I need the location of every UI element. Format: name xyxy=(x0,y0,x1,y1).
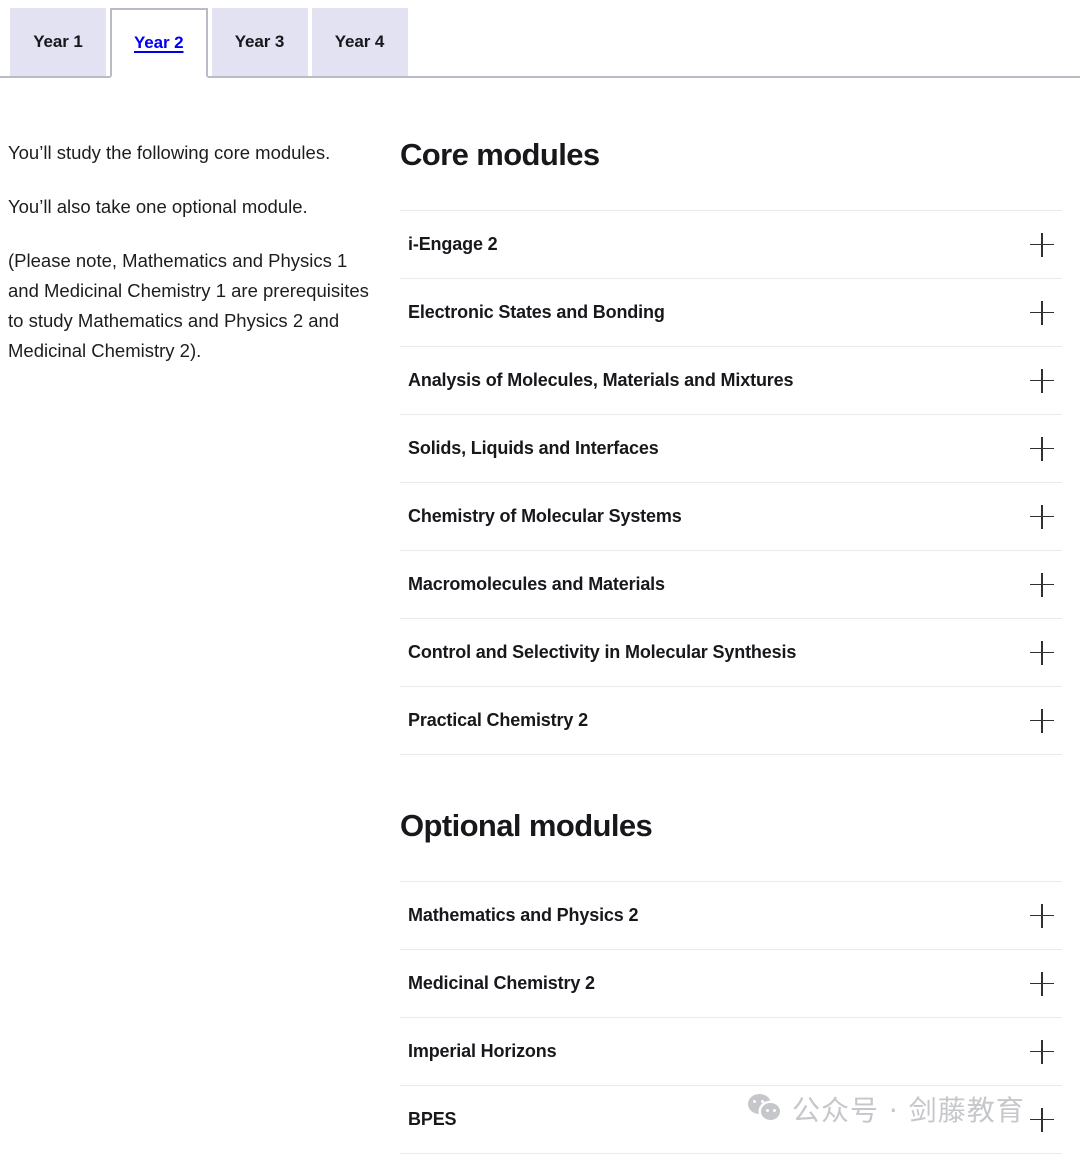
optional-modules-heading: Optional modules xyxy=(400,808,653,844)
accordion-item-label: Electronic States and Bonding xyxy=(408,302,665,323)
accordion-item[interactable]: Macromolecules and Materials xyxy=(400,551,1062,620)
tab-year-4[interactable]: Year 4 xyxy=(311,8,408,76)
accordion-item[interactable]: Solids, Liquids and Interfaces xyxy=(400,415,1062,484)
accordion-item[interactable]: BPES xyxy=(400,1086,1062,1155)
intro-column: You’ll study the following core modules.… xyxy=(0,138,392,1154)
intro-paragraph-1: You’ll study the following core modules. xyxy=(8,142,331,163)
plus-icon[interactable] xyxy=(1030,640,1054,665)
plus-icon[interactable] xyxy=(1030,436,1054,461)
accordion-item-label: Mathematics and Physics 2 xyxy=(408,905,639,926)
plus-icon[interactable] xyxy=(1030,971,1054,996)
intro-paragraph-3: (Please note, Mathematics and Physics 1 … xyxy=(8,249,369,361)
accordion-item-label: Macromolecules and Materials xyxy=(408,574,665,595)
accordion-item[interactable]: Imperial Horizons xyxy=(400,1018,1062,1087)
tab-year-1-label: Year 1 xyxy=(33,32,83,51)
accordion-item-label: i-Engage 2 xyxy=(408,234,498,255)
modules-column: Core modules i-Engage 2 Electronic State… xyxy=(392,137,1080,1155)
accordion-item-label: Practical Chemistry 2 xyxy=(408,710,588,731)
tab-year-1[interactable]: Year 1 xyxy=(10,8,106,76)
page-content: You’ll study the following core modules.… xyxy=(0,78,1080,1155)
plus-icon[interactable] xyxy=(1030,232,1054,257)
intro-paragraph-2: You’ll also take one optional module. xyxy=(8,195,308,217)
accordion-item-label: Control and Selectivity in Molecular Syn… xyxy=(408,642,797,663)
accordion-item[interactable]: i-Engage 2 xyxy=(400,211,1062,280)
plus-icon[interactable] xyxy=(1030,708,1054,733)
accordion-item[interactable]: Analysis of Molecules, Materials and Mix… xyxy=(400,347,1062,416)
core-modules-accordion: i-Engage 2 Electronic States and Bonding… xyxy=(400,210,1062,756)
tab-year-2[interactable]: Year 2 xyxy=(110,8,208,78)
accordion-item[interactable]: Chemistry of Molecular Systems xyxy=(400,483,1062,552)
accordion-item[interactable]: Control and Selectivity in Molecular Syn… xyxy=(400,619,1062,688)
accordion-item-label: Medicinal Chemistry 2 xyxy=(408,973,595,994)
tab-year-4-label: Year 4 xyxy=(334,32,385,51)
plus-icon[interactable] xyxy=(1030,368,1054,393)
accordion-item-label: Imperial Horizons xyxy=(408,1041,557,1062)
accordion-item-label: BPES xyxy=(408,1109,457,1130)
accordion-item-label: Chemistry of Molecular Systems xyxy=(408,506,682,527)
accordion-item-label: Solids, Liquids and Interfaces xyxy=(408,438,659,459)
accordion-item[interactable]: Mathematics and Physics 2 xyxy=(400,882,1062,951)
tab-year-3-label: Year 3 xyxy=(234,32,285,51)
accordion-item[interactable]: Electronic States and Bonding xyxy=(400,279,1062,348)
plus-icon[interactable] xyxy=(1030,1039,1054,1064)
year-tab-bar: Year 1 Year 2 Year 3 Year 4 xyxy=(0,0,1080,78)
tab-year-2-label: Year 2 xyxy=(134,33,184,52)
plus-icon[interactable] xyxy=(1030,572,1054,597)
plus-icon[interactable] xyxy=(1030,903,1054,928)
plus-icon[interactable] xyxy=(1030,504,1054,529)
accordion-item-label: Analysis of Molecules, Materials and Mix… xyxy=(408,370,794,391)
accordion-item[interactable]: Medicinal Chemistry 2 xyxy=(400,950,1062,1019)
tab-list: Year 1 Year 2 Year 3 Year 4 xyxy=(10,8,408,78)
optional-modules-accordion: Mathematics and Physics 2 Medicinal Chem… xyxy=(400,881,1062,1155)
plus-icon[interactable] xyxy=(1030,1107,1054,1132)
accordion-item[interactable]: Practical Chemistry 2 xyxy=(400,687,1062,756)
plus-icon[interactable] xyxy=(1030,300,1054,325)
tab-year-3[interactable]: Year 3 xyxy=(211,8,308,76)
core-modules-heading: Core modules xyxy=(400,137,600,172)
